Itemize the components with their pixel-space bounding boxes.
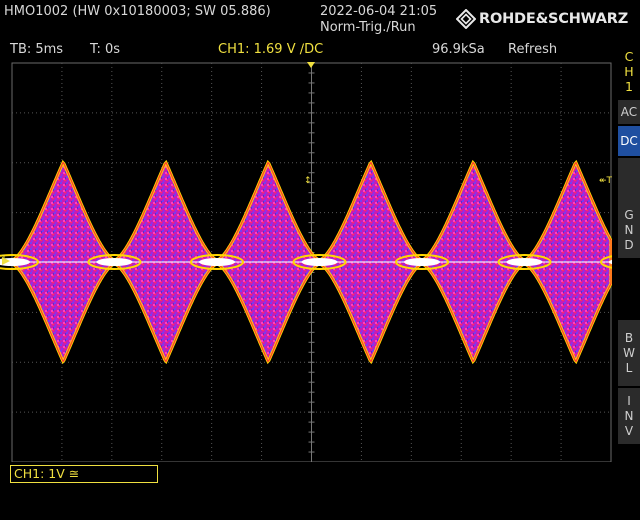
rs-diamond-icon: [456, 9, 476, 29]
channel-softkey-bar: C H 1 AC DC G N D B W L I N V: [618, 44, 640, 444]
ground-marker-label: 1: [1, 254, 7, 264]
brand-logo: ROHDE&SCHWARZ: [456, 8, 628, 30]
trigger-level-marker[interactable]: ↞T: [599, 176, 612, 186]
ac-coupling-key[interactable]: AC: [618, 100, 640, 124]
datetime: 2022-06-04 21:05: [320, 4, 438, 19]
trigger-readout[interactable]: CH1: 1.69 V ∕DC: [218, 42, 323, 58]
channel-1-key[interactable]: C H 1: [618, 44, 640, 98]
dc-coupling-key[interactable]: DC: [618, 126, 640, 156]
waveform-canvas: 1 ↕ ↞T: [0, 62, 612, 462]
top-bar: HMO1002 (HW 0x10180003; SW 05.886) 2022-…: [0, 0, 640, 40]
channel-1-scale-box[interactable]: CH1: 1V ≅: [10, 465, 158, 483]
trigger-marker-label: T: [606, 176, 612, 186]
waveform-node: [404, 258, 440, 266]
waveform-display[interactable]: 1 ↕ ↞T: [0, 62, 612, 462]
invert-key[interactable]: I N V: [618, 388, 640, 444]
brand-name: ROHDE&SCHWARZ: [479, 11, 629, 27]
waveform-node: [96, 258, 133, 266]
trigger-state: Norm-Trig./Run: [320, 20, 416, 35]
time-offset-readout[interactable]: T: 0s: [90, 42, 120, 58]
timebase-readout[interactable]: TB: 5ms: [10, 42, 63, 58]
gnd-coupling-key[interactable]: G N D: [618, 158, 640, 258]
waveform-node: [199, 258, 235, 266]
bandwidth-limit-key[interactable]: B W L: [618, 320, 640, 386]
status-bar: TB: 5ms T: 0s CH1: 1.69 V ∕DC 96.9kSa Re…: [0, 40, 612, 62]
acquisition-mode[interactable]: Refresh: [508, 42, 557, 58]
ch1-waveform: [0, 159, 612, 365]
sample-rate-readout: 96.9kSa: [432, 42, 485, 57]
firmware-info: HMO1002 (HW 0x10180003; SW 05.886): [4, 4, 271, 19]
svg-text:↕: ↕: [304, 176, 312, 186]
waveform-node: [506, 258, 543, 266]
trigger-position-marker: [307, 62, 315, 68]
waveform-node: [301, 258, 338, 266]
